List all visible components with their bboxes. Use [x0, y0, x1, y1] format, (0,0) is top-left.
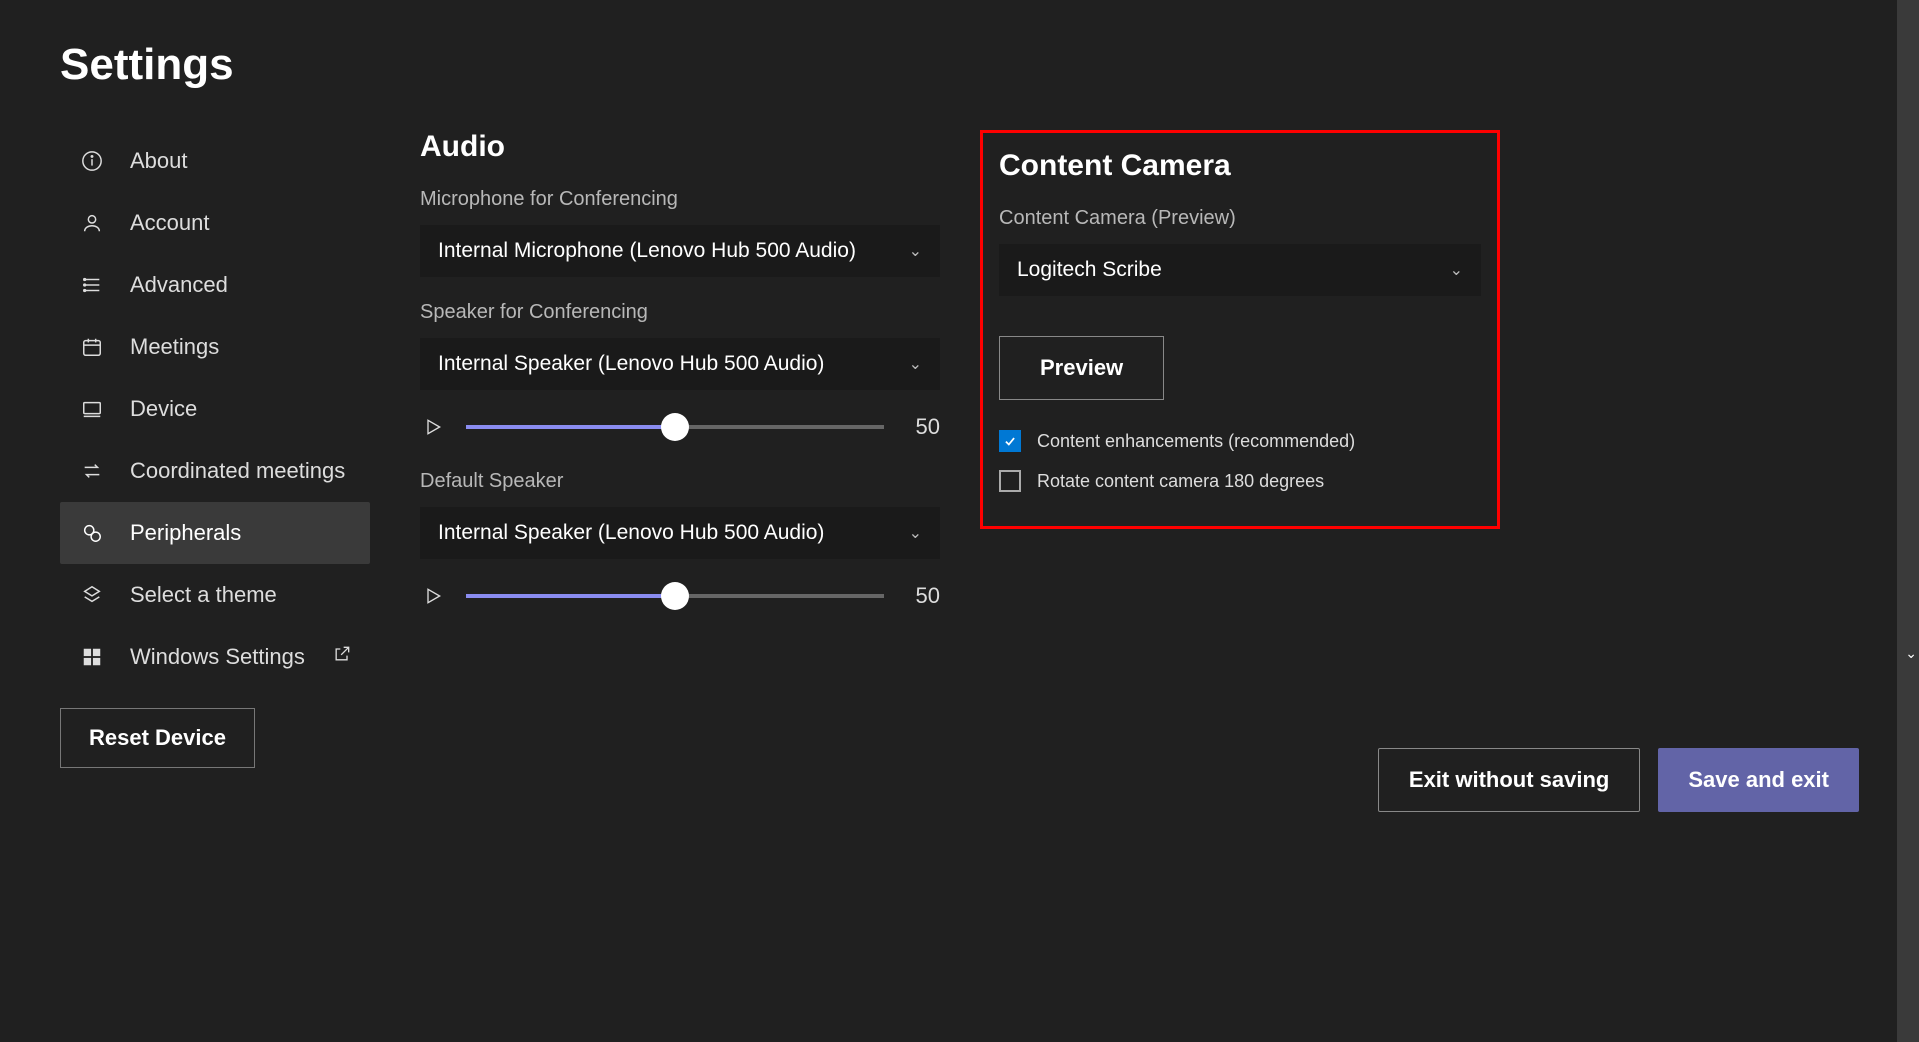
- speaker-conf-dropdown[interactable]: Internal Speaker (Lenovo Hub 500 Audio) …: [420, 338, 940, 390]
- list-icon: [78, 274, 106, 296]
- content-camera-value: Logitech Scribe: [1017, 258, 1162, 282]
- peripherals-icon: [78, 522, 106, 544]
- rotate-camera-label: Rotate content camera 180 degrees: [1037, 471, 1324, 492]
- content-enhancements-label: Content enhancements (recommended): [1037, 431, 1355, 452]
- external-link-icon: [332, 644, 352, 670]
- sidebar-item-windows[interactable]: Windows Settings: [60, 626, 370, 688]
- swap-icon: [78, 460, 106, 482]
- chevron-down-icon: ⌄: [909, 523, 922, 543]
- page-title: Settings: [60, 40, 1859, 90]
- default-speaker-value: Internal Speaker (Lenovo Hub 500 Audio): [438, 521, 824, 545]
- checkbox-unchecked-icon: [999, 470, 1021, 492]
- content-camera-section: Content Camera Content Camera (Preview) …: [980, 130, 1500, 529]
- exit-without-saving-button[interactable]: Exit without saving: [1378, 748, 1640, 812]
- monitor-icon: [78, 398, 106, 420]
- scrollbar[interactable]: [1897, 0, 1919, 1042]
- sidebar-item-label: Peripherals: [130, 520, 241, 546]
- mic-label: Microphone for Conferencing: [420, 188, 940, 211]
- sidebar-item-label: About: [130, 148, 188, 174]
- slider-thumb[interactable]: [661, 413, 689, 441]
- slider-thumb[interactable]: [661, 582, 689, 610]
- scroll-down-icon[interactable]: ⌄: [1905, 645, 1917, 662]
- reset-device-button[interactable]: Reset Device: [60, 708, 255, 768]
- sidebar-item-label: Select a theme: [130, 582, 277, 608]
- person-icon: [78, 212, 106, 234]
- play-icon[interactable]: [420, 583, 446, 609]
- speaker-conf-value: Internal Speaker (Lenovo Hub 500 Audio): [438, 352, 824, 376]
- rotate-camera-checkbox[interactable]: Rotate content camera 180 degrees: [999, 470, 1481, 492]
- sidebar-item-label: Advanced: [130, 272, 228, 298]
- sidebar-item-about[interactable]: About: [60, 130, 370, 192]
- sidebar-item-account[interactable]: Account: [60, 192, 370, 254]
- speaker-conf-volume-slider[interactable]: [466, 425, 884, 429]
- content-camera-dropdown[interactable]: Logitech Scribe ⌄: [999, 244, 1481, 296]
- sidebar-item-label: Account: [130, 210, 210, 236]
- content-camera-preview-label: Content Camera (Preview): [999, 207, 1481, 230]
- settings-sidebar: About Account Advanced Meetings: [60, 130, 370, 768]
- windows-icon: [78, 646, 106, 668]
- speaker-conf-label: Speaker for Conferencing: [420, 301, 940, 324]
- content-enhancements-checkbox[interactable]: Content enhancements (recommended): [999, 430, 1481, 452]
- play-icon[interactable]: [420, 414, 446, 440]
- checkbox-checked-icon: [999, 430, 1021, 452]
- sidebar-item-meetings[interactable]: Meetings: [60, 316, 370, 378]
- default-speaker-dropdown[interactable]: Internal Speaker (Lenovo Hub 500 Audio) …: [420, 507, 940, 559]
- sidebar-item-peripherals[interactable]: Peripherals: [60, 502, 370, 564]
- chevron-down-icon: ⌄: [909, 241, 922, 261]
- preview-button[interactable]: Preview: [999, 336, 1164, 400]
- mic-value: Internal Microphone (Lenovo Hub 500 Audi…: [438, 239, 856, 263]
- audio-section: Audio Microphone for Conferencing Intern…: [420, 130, 940, 768]
- info-icon: [78, 150, 106, 172]
- default-speaker-label: Default Speaker: [420, 470, 940, 493]
- calendar-icon: [78, 336, 106, 358]
- mic-dropdown[interactable]: Internal Microphone (Lenovo Hub 500 Audi…: [420, 225, 940, 277]
- content-camera-title: Content Camera: [999, 149, 1481, 183]
- audio-title: Audio: [420, 130, 940, 164]
- save-and-exit-button[interactable]: Save and exit: [1658, 748, 1859, 812]
- sidebar-item-theme[interactable]: Select a theme: [60, 564, 370, 626]
- chevron-down-icon: ⌄: [1450, 260, 1463, 280]
- default-speaker-volume-slider[interactable]: [466, 594, 884, 598]
- sidebar-item-label: Windows Settings: [130, 644, 305, 670]
- sidebar-item-coordinated[interactable]: Coordinated meetings: [60, 440, 370, 502]
- chevron-down-icon: ⌄: [909, 354, 922, 374]
- sidebar-item-advanced[interactable]: Advanced: [60, 254, 370, 316]
- sidebar-item-label: Device: [130, 396, 197, 422]
- sidebar-item-device[interactable]: Device: [60, 378, 370, 440]
- theme-icon: [78, 584, 106, 606]
- sidebar-item-label: Meetings: [130, 334, 219, 360]
- default-speaker-volume-value: 50: [904, 583, 940, 609]
- sidebar-item-label: Coordinated meetings: [130, 458, 345, 484]
- speaker-conf-volume-value: 50: [904, 414, 940, 440]
